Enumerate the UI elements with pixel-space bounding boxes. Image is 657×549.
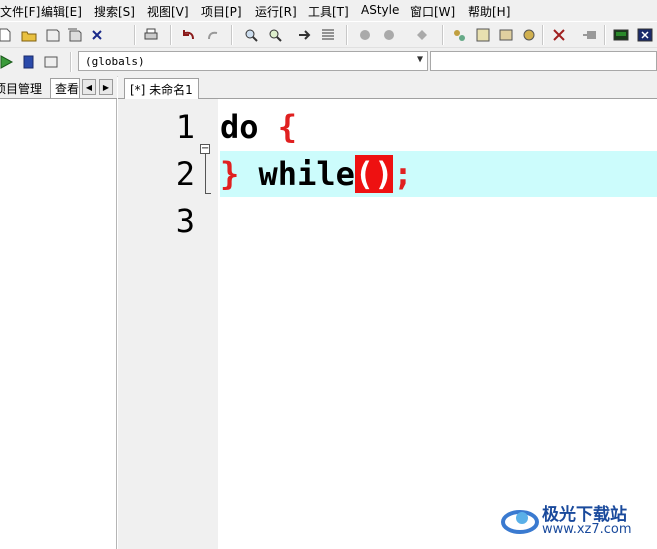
toolbar-separator	[170, 25, 172, 45]
find-icon[interactable]	[242, 26, 260, 44]
code-line-3[interactable]	[220, 198, 657, 244]
play-icon[interactable]	[0, 53, 15, 71]
watermark-logo-icon	[501, 510, 539, 534]
run-icon[interactable]	[380, 26, 398, 44]
exit-icon[interactable]	[636, 26, 654, 44]
open-folder-icon[interactable]	[20, 26, 38, 44]
console-icon[interactable]	[612, 26, 630, 44]
line-number: 1	[175, 108, 195, 146]
menu-search[interactable]: 搜索[S]	[94, 3, 135, 20]
step-into-icon[interactable]	[520, 26, 538, 44]
watermark: 极光下载站 www.xz7.com	[500, 498, 657, 544]
menu-help[interactable]: 帮助[H]	[468, 3, 510, 20]
stop-debug-icon[interactable]	[550, 26, 568, 44]
tab-untitled1[interactable]: [*] 未命名1	[124, 78, 199, 99]
fold-end-marker	[205, 193, 211, 194]
toolbar-separator	[231, 25, 233, 45]
chevron-down-icon[interactable]: ▼	[417, 54, 423, 65]
toolbar-separator	[134, 25, 136, 45]
goto-icon[interactable]	[296, 26, 314, 44]
toolbar-separator	[442, 25, 444, 45]
matched-parens: ()	[354, 155, 394, 193]
line-number: 2	[175, 155, 195, 193]
toolbar-separator	[542, 25, 544, 45]
watermark-url: www.xz7.com	[542, 522, 632, 537]
tab-scroll-left-icon[interactable]: ◀	[82, 79, 96, 95]
menu-astyle[interactable]: AStyle	[361, 3, 399, 17]
members-dropdown[interactable]	[430, 51, 657, 71]
editor-tab-bar: [*] 未命名1	[118, 76, 657, 99]
next-step-icon[interactable]	[497, 26, 515, 44]
compile-run-icon[interactable]	[413, 26, 431, 44]
undo-icon[interactable]	[180, 26, 198, 44]
toolbar-separator	[346, 25, 348, 45]
globals-dropdown-value: (globals)	[85, 54, 145, 68]
menu-edit[interactable]: 编辑[E]	[41, 3, 82, 20]
semicolon: ;	[393, 155, 413, 193]
tab-scroll-right-icon[interactable]: ▶	[99, 79, 113, 95]
save-all-icon[interactable]	[66, 26, 84, 44]
book-icon[interactable]	[20, 53, 38, 71]
tab-label: [*] 未命名1	[130, 82, 193, 97]
toolbar-separator	[70, 52, 72, 72]
print-icon[interactable]	[142, 26, 160, 44]
main-toolbar	[0, 21, 657, 48]
menu-tools[interactable]: 工具[T]	[308, 3, 349, 20]
keyword-while: while	[239, 155, 355, 193]
toolbar-separator	[604, 25, 606, 45]
goto-line-icon[interactable]	[319, 26, 337, 44]
menu-window[interactable]: 窗口[W]	[410, 3, 455, 20]
new-file-icon[interactable]	[0, 26, 14, 44]
open-brace: {	[277, 108, 298, 146]
line-number-gutter: 1 2 3 −	[118, 99, 218, 549]
menu-project[interactable]: 项目[P]	[201, 3, 242, 20]
project-panel: 项目管理 查看 ◀ ▶	[0, 76, 117, 549]
add-watch-icon[interactable]	[474, 26, 492, 44]
close-icon[interactable]	[88, 26, 106, 44]
redo-icon[interactable]	[204, 26, 222, 44]
menu-view[interactable]: 视图[V]	[147, 3, 189, 20]
menu-file[interactable]: 文件[F]	[0, 3, 40, 20]
close-brace: }	[220, 155, 240, 193]
left-panel-tabs: 项目管理 查看 ◀ ▶	[0, 76, 117, 99]
plugin-icon[interactable]	[581, 26, 599, 44]
tab-view[interactable]: 查看	[50, 78, 80, 98]
fold-collapse-icon[interactable]: −	[200, 144, 210, 154]
code-line-1[interactable]: do {	[220, 104, 657, 150]
tab-project-manager[interactable]: 项目管理	[0, 78, 48, 98]
help-book-icon[interactable]	[42, 53, 60, 71]
globals-dropdown[interactable]: (globals) ▼	[78, 51, 428, 71]
debug-icon[interactable]	[450, 26, 468, 44]
fold-line	[205, 154, 206, 194]
menu-bar: 文件[F] 编辑[E] 搜索[S] 视图[V] 项目[P] 运行[R] 工具[T…	[0, 0, 657, 21]
save-icon[interactable]	[44, 26, 62, 44]
code-line-2[interactable]: } while();	[220, 151, 657, 197]
line-number: 3	[175, 202, 195, 240]
compile-icon[interactable]	[356, 26, 374, 44]
editor-area: [*] 未命名1 1 2 3 − do { } while();	[118, 76, 657, 549]
replace-icon[interactable]	[266, 26, 284, 44]
menu-run[interactable]: 运行[R]	[255, 3, 297, 20]
keyword-do: do	[220, 108, 278, 146]
